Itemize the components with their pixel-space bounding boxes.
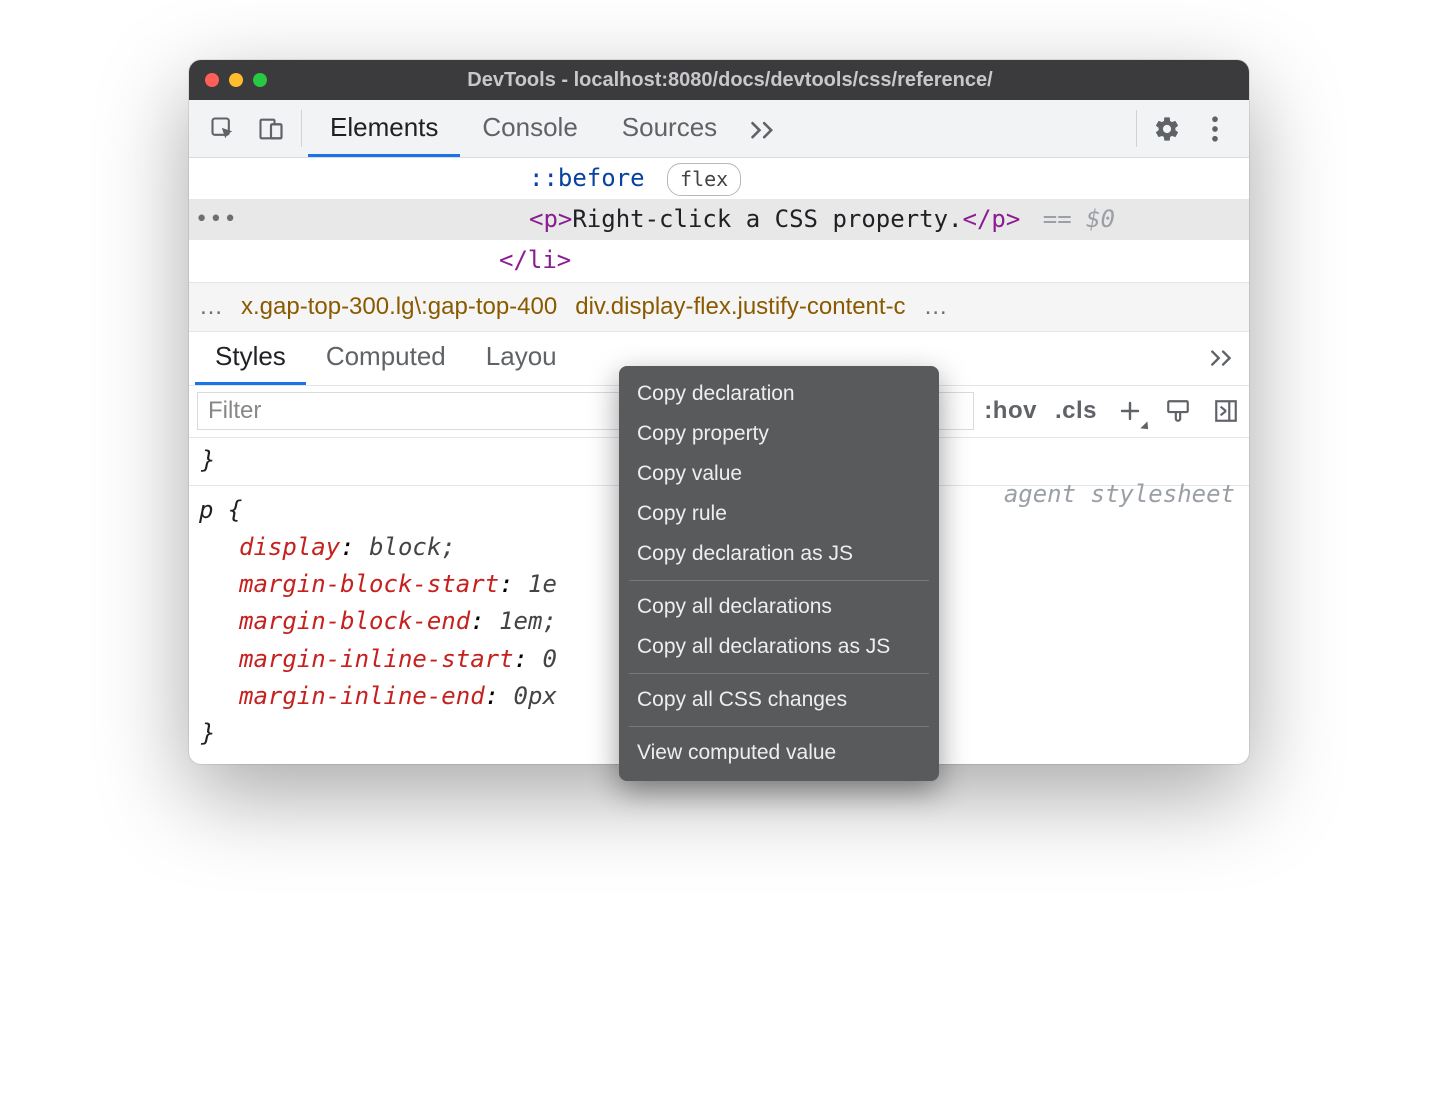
dom-tree[interactable]: ::before flex ••• <p>Right-click a CSS p… — [189, 158, 1249, 282]
breadcrumb[interactable]: … x.gap-top-300.lg\:gap-top-400 div.disp… — [189, 282, 1249, 332]
context-menu-item[interactable]: Copy rule — [619, 494, 939, 534]
styles-filter-actions: :hov .cls — [984, 396, 1241, 426]
tab-console[interactable]: Console — [460, 100, 599, 157]
css-property-name[interactable]: margin-block-start — [239, 570, 499, 598]
context-menu-item[interactable]: Copy declaration — [619, 374, 939, 414]
more-options-icon[interactable] — [1191, 100, 1239, 157]
selected-node-indicator: == $0 — [1043, 205, 1115, 233]
css-property-value[interactable]: 1e — [528, 570, 557, 598]
css-property-name[interactable]: margin-inline-start — [239, 645, 514, 673]
css-property-name[interactable]: margin-inline-end — [239, 682, 485, 710]
flex-badge[interactable]: flex — [667, 163, 741, 196]
toggle-hover-button[interactable]: :hov — [984, 397, 1037, 425]
breadcrumb-overflow-right[interactable]: … — [924, 293, 948, 321]
context-menu-item[interactable]: Copy all declarations as JS — [619, 627, 939, 667]
css-property-value[interactable]: 1em; — [499, 607, 557, 635]
subtab-layout[interactable]: Layou — [466, 332, 577, 385]
main-tabs: Elements Console Sources — [308, 100, 787, 157]
dom-line-close-li[interactable]: </li> — [189, 240, 1249, 281]
dom-close-tag: </p> — [963, 205, 1021, 233]
device-toolbar-icon[interactable] — [247, 100, 295, 157]
pseudo-element-label: ::before — [529, 164, 645, 192]
css-property-value[interactable]: 0 — [542, 645, 556, 673]
context-menu-separator — [629, 580, 929, 581]
dom-open-tag: <p> — [529, 205, 572, 233]
context-menu-item[interactable]: Copy all declarations — [619, 587, 939, 627]
context-menu-separator — [629, 726, 929, 727]
tab-elements[interactable]: Elements — [308, 100, 460, 157]
titlebar: DevTools - localhost:8080/docs/devtools/… — [189, 60, 1249, 100]
subtabs-overflow-icon[interactable] — [1195, 332, 1249, 385]
context-menu-item[interactable]: Copy value — [619, 454, 939, 494]
css-property-name[interactable]: display — [239, 533, 340, 561]
context-menu-item[interactable]: View computed value — [619, 733, 939, 773]
context-menu-item[interactable]: Copy property — [619, 414, 939, 454]
context-menu-item[interactable]: Copy declaration as JS — [619, 534, 939, 574]
window-title: DevTools - localhost:8080/docs/devtools/… — [227, 69, 1233, 92]
css-property-value[interactable]: block; — [369, 533, 456, 561]
tab-sources[interactable]: Sources — [600, 100, 739, 157]
subtab-styles[interactable]: Styles — [195, 332, 306, 385]
dom-close-li: </li> — [499, 246, 571, 274]
main-toolbar: Elements Console Sources — [189, 100, 1249, 158]
toolbar-divider — [301, 110, 302, 147]
context-menu: Copy declarationCopy propertyCopy valueC… — [619, 366, 939, 781]
breadcrumb-item[interactable]: x.gap-top-300.lg\:gap-top-400 — [241, 293, 557, 321]
devtools-window: DevTools - localhost:8080/docs/devtools/… — [189, 60, 1249, 764]
css-property-value[interactable]: 0px — [514, 682, 557, 710]
breadcrumb-overflow-left[interactable]: … — [199, 293, 223, 321]
dom-line-selected[interactable]: ••• <p>Right-click a CSS property.</p> =… — [189, 199, 1249, 240]
close-window-button[interactable] — [205, 73, 219, 87]
dom-text: Right-click a CSS property. — [572, 205, 962, 233]
context-menu-separator — [629, 673, 929, 674]
css-property-name[interactable]: margin-block-end — [239, 607, 470, 635]
toggle-class-button[interactable]: .cls — [1055, 397, 1097, 425]
settings-gear-icon[interactable] — [1143, 100, 1191, 157]
tabs-overflow-icon[interactable] — [739, 100, 787, 157]
context-menu-item[interactable]: Copy all CSS changes — [619, 680, 939, 720]
ellipsis-icon[interactable]: ••• — [195, 203, 238, 237]
inspect-element-icon[interactable] — [199, 100, 247, 157]
new-style-rule-icon[interactable] — [1115, 396, 1145, 426]
subtab-computed[interactable]: Computed — [306, 332, 466, 385]
computed-sidebar-icon[interactable] — [1211, 396, 1241, 426]
dom-line-pseudo[interactable]: ::before flex — [189, 158, 1249, 199]
breadcrumb-item[interactable]: div.display-flex.justify-content-c — [575, 293, 905, 321]
stylesheet-source-label[interactable]: agent stylesheet — [1004, 476, 1235, 513]
paint-brush-icon[interactable] — [1163, 396, 1193, 426]
toolbar-divider-right — [1136, 110, 1137, 147]
